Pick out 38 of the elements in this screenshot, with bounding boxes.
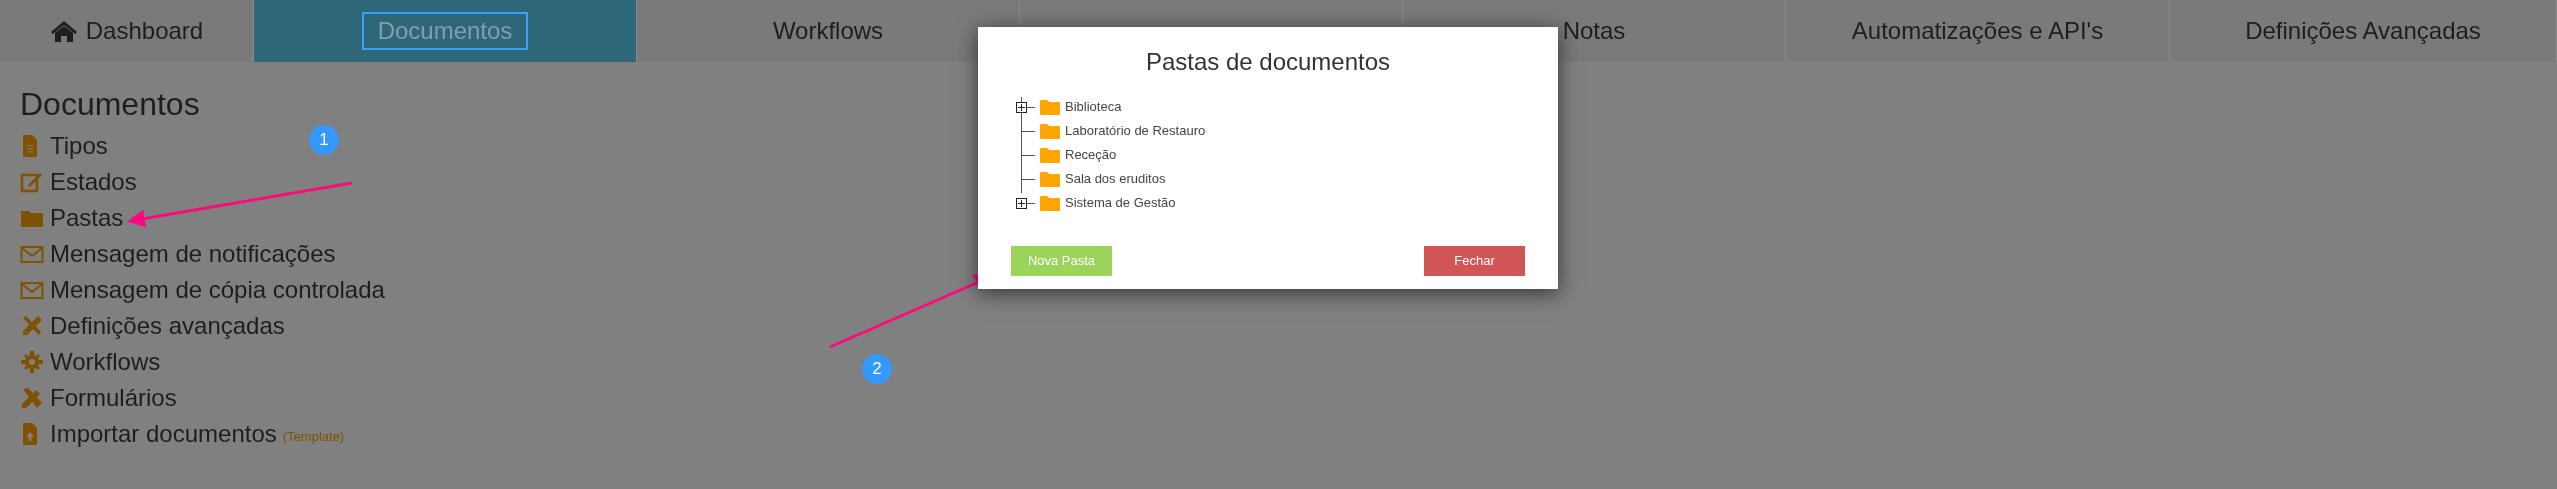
sidebar-link[interactable]: Pastas [50, 203, 124, 233]
expand-toggle[interactable] [1016, 197, 1027, 209]
dialog-title: Pastas de documentos [1145, 47, 1391, 77]
folder-label[interactable]: Laboratório de Restauro [1065, 121, 1206, 141]
folder-icon [1040, 171, 1060, 187]
nav-tab[interactable]: Definições Avançadas [2241, 17, 2485, 45]
nav-tab[interactable]: Dashboard [45, 17, 208, 45]
folder-icon [1040, 147, 1060, 163]
folder-icon [1040, 195, 1060, 211]
step-badge: 2 [862, 354, 892, 384]
sidebar-link[interactable]: Tipos [50, 131, 108, 161]
sidebar-link[interactable]: Formulários [50, 383, 177, 413]
sidebar-link[interactable]: Importar documentos [50, 419, 277, 449]
sidebar-link[interactable]: Definições avançadas [50, 311, 285, 341]
nav-tab[interactable]: Documentos [361, 12, 529, 50]
sidebar-link[interactable]: Mensagem de notificações [50, 239, 336, 269]
folder-icon [1040, 123, 1060, 139]
folder-label[interactable]: Sistema de Gestão [1065, 193, 1176, 213]
nav-tab[interactable]: Workflows [768, 17, 888, 45]
folder-label[interactable]: Biblioteca [1065, 97, 1122, 117]
template-tag: (Template) [282, 426, 345, 446]
home-icon [49, 19, 78, 43]
expand-toggle[interactable] [1016, 101, 1027, 113]
pencil-ruler-icon [20, 386, 44, 410]
sidebar-link[interactable]: Estados [50, 167, 137, 197]
edit-icon [20, 170, 44, 194]
sidebar-link[interactable]: Workflows [50, 347, 161, 377]
sidebar-title: Documentos [20, 85, 200, 124]
folder-icon [1040, 99, 1060, 115]
folder-label[interactable]: Receção [1065, 145, 1117, 165]
step-badge: 1 [309, 125, 339, 155]
sidebar-link[interactable]: Mensagem de cópia controlada [50, 275, 385, 305]
folder-label[interactable]: Sala dos eruditos [1065, 169, 1166, 189]
close-button[interactable]: Fechar [1424, 246, 1525, 276]
nav-tab[interactable]: Notas [1558, 17, 1630, 45]
gear-icon [20, 350, 44, 374]
tools-icon [20, 314, 44, 338]
nav-tab[interactable]: Automatizações e API's [1847, 17, 2108, 45]
